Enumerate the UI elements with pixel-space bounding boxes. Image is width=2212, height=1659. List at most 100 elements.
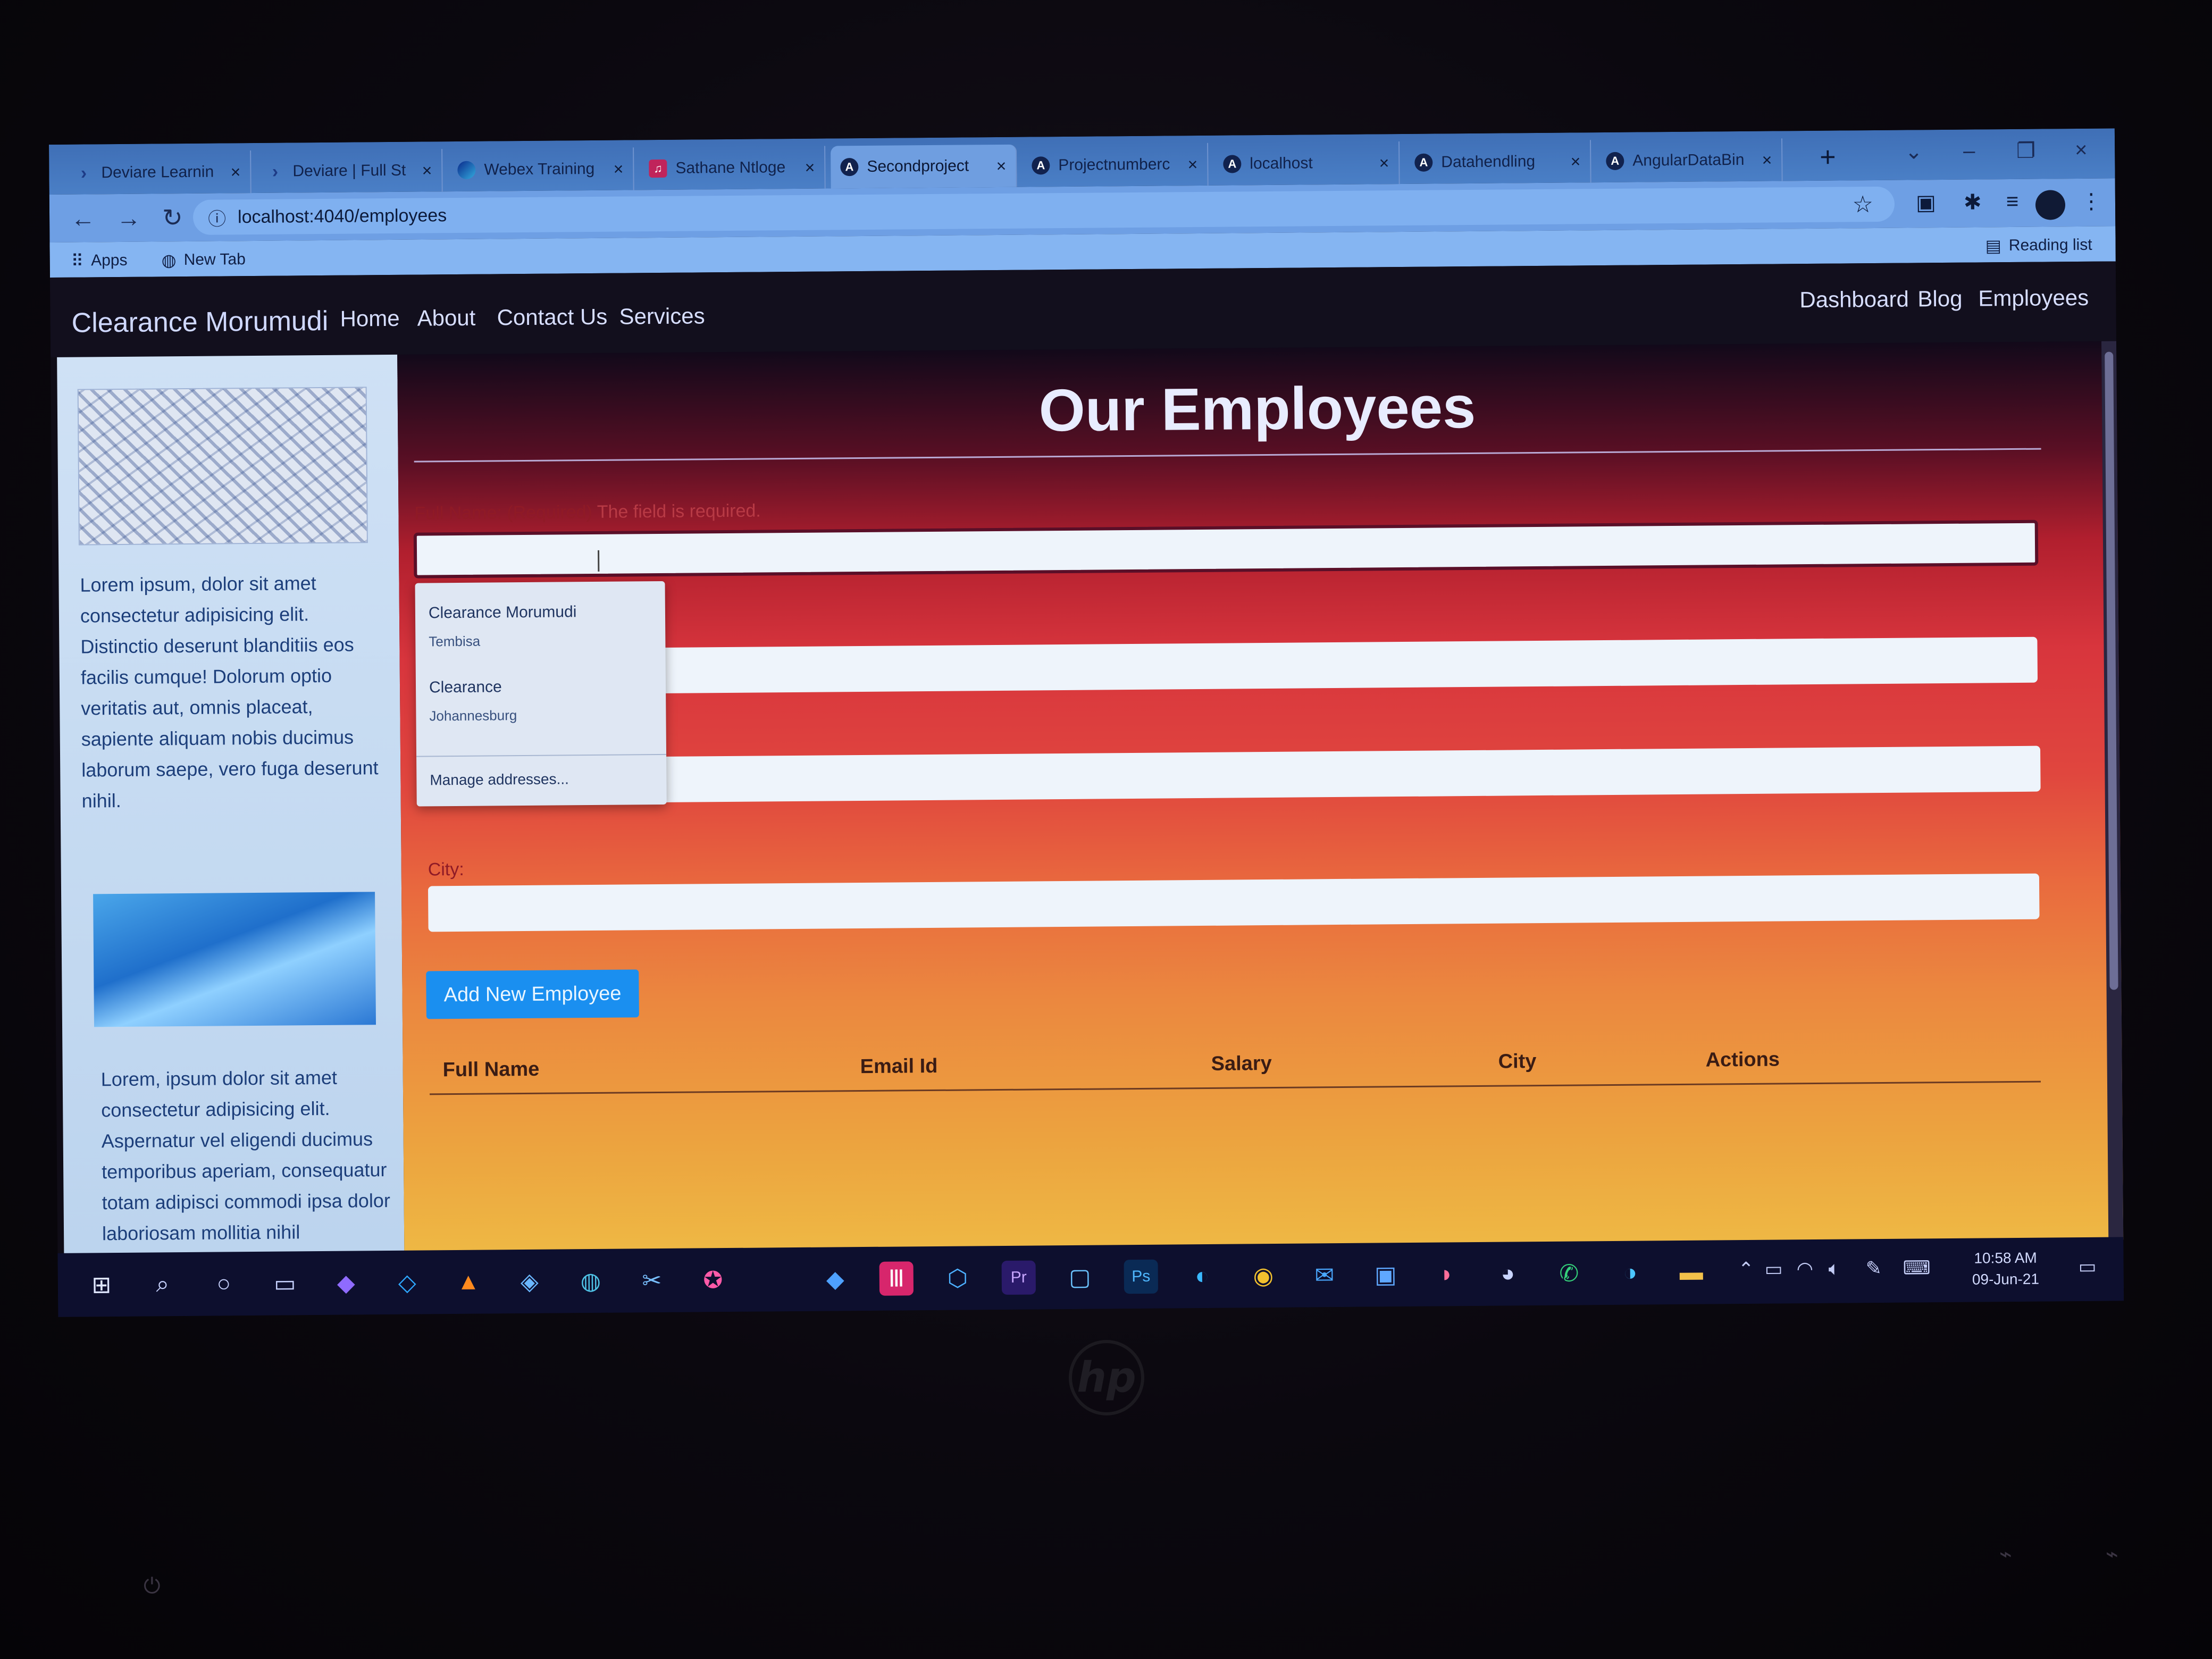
minimize-icon[interactable]: – — [1963, 139, 1975, 163]
tab-sathane-ntloge[interactable]: ♫ Sathane Ntloge × — [639, 146, 826, 190]
bookmark-new-tab[interactable]: ◍ New Tab — [162, 249, 246, 270]
tray-overflow-icon[interactable]: ⌃ — [1738, 1258, 1755, 1280]
close-icon[interactable]: × — [996, 156, 1007, 175]
address-bar[interactable]: ⓘ localhost:4040/employees ☆ — [192, 186, 1895, 235]
close-icon[interactable]: × — [1571, 152, 1581, 171]
nav-employees[interactable]: Employees — [1978, 285, 2089, 312]
forward-arrow-icon[interactable]: → — [116, 204, 141, 232]
keyboard-icon[interactable]: ⌨ — [1903, 1256, 1931, 1279]
tab-projectnumber[interactable]: A Projectnumberc × — [1022, 143, 1209, 187]
brand-link[interactable]: Clearance Morumudi — [71, 305, 328, 339]
notifications-icon[interactable]: ▭ — [2079, 1255, 2097, 1278]
file-explorer-icon[interactable]: ▬ — [1674, 1255, 1709, 1290]
angular-icon: A — [1414, 153, 1433, 172]
snipping-tool-icon[interactable]: ✂ — [635, 1263, 669, 1298]
vlc-icon[interactable]: ▲ — [451, 1265, 486, 1300]
cortana-icon[interactable]: ○ — [207, 1267, 241, 1301]
app-icon[interactable]: ◗ — [1430, 1257, 1464, 1292]
nav-home[interactable]: Home — [340, 306, 399, 332]
pen-icon[interactable]: ✎ — [1866, 1257, 1882, 1279]
globe-app-icon[interactable]: ◍ — [574, 1264, 608, 1298]
tab-datahendling[interactable]: A Datahendling × — [1405, 140, 1591, 184]
tab-webex-training[interactable]: Webex Training × — [448, 147, 634, 192]
wifi-icon[interactable]: ◠ — [1797, 1258, 1814, 1280]
close-icon[interactable]: × — [805, 157, 815, 177]
reading-list-button[interactable]: ▤ Reading list — [1985, 235, 2092, 256]
profile-avatar[interactable] — [2035, 190, 2066, 220]
bookmark-apps[interactable]: ⠿ Apps — [71, 250, 128, 271]
city-input[interactable] — [428, 873, 2040, 932]
more-menu-icon[interactable]: ⋮ — [2081, 189, 2102, 214]
globe-icon: ◍ — [161, 250, 177, 270]
autofill-option[interactable]: Clearance — [429, 678, 502, 697]
deviare-icon: › — [80, 162, 87, 183]
windows-start-icon[interactable]: ⊞ — [85, 1268, 119, 1302]
new-tab-plus-icon[interactable]: + — [1820, 141, 1836, 173]
app-icon[interactable]: ▢ — [1063, 1260, 1097, 1295]
tab-deviare-full-stack[interactable]: › Deviare | Full St × — [256, 149, 443, 193]
close-icon[interactable]: × — [1188, 155, 1198, 174]
site-info-icon[interactable]: ⓘ — [208, 204, 226, 230]
battery-icon[interactable]: ▭ — [1765, 1258, 1783, 1280]
angular-icon: A — [840, 158, 859, 177]
close-icon[interactable]: × — [231, 162, 241, 182]
tab-title: Datahendling — [1441, 153, 1536, 171]
chrome-icon[interactable]: ◉ — [1246, 1259, 1281, 1293]
premiere-icon[interactable]: Pr — [1001, 1260, 1036, 1295]
tab-secondproject[interactable]: A Secondproject × — [831, 144, 1017, 189]
task-view-icon[interactable]: ▭ — [268, 1266, 303, 1301]
text-cursor — [598, 550, 600, 572]
back-arrow-icon[interactable]: ← — [71, 204, 95, 232]
tab-localhost[interactable]: A localhost × — [1213, 141, 1400, 186]
close-icon[interactable]: × — [614, 159, 624, 179]
apps-grid-icon: ⠿ — [71, 251, 84, 271]
window-close-icon[interactable]: × — [2075, 138, 2088, 162]
tab-search-icon[interactable]: ⌄ — [1905, 139, 1923, 164]
nav-about[interactable]: About — [417, 305, 475, 331]
column-header-email-id: Email Id — [860, 1054, 938, 1078]
reading-queue-icon[interactable]: ≡ — [2006, 190, 2019, 214]
close-icon[interactable]: × — [1762, 150, 1772, 170]
keyboard-key-icon: ⌁ — [2106, 1542, 2119, 1566]
close-icon[interactable]: × — [422, 161, 432, 180]
visual-studio-icon[interactable]: ◆ — [329, 1266, 364, 1300]
edge-dev-icon[interactable]: ◑ — [1613, 1255, 1648, 1290]
autofill-option[interactable]: Clearance Morumudi — [429, 603, 577, 622]
mail-icon[interactable]: ✉ — [1308, 1258, 1342, 1293]
title-divider — [414, 448, 2041, 463]
reload-icon[interactable]: ↻ — [162, 203, 183, 232]
store-icon[interactable]: ▣ — [1369, 1258, 1403, 1292]
nav-blog[interactable]: Blog — [1917, 286, 1962, 312]
whatsapp-icon[interactable]: ✆ — [1552, 1256, 1587, 1291]
webex-icon — [457, 161, 476, 179]
manage-addresses-link[interactable]: Manage addresses... — [430, 770, 569, 789]
tab-deviare-learning[interactable]: › Deviare Learnin × — [65, 150, 252, 195]
taskbar-clock[interactable]: 10:58 AM 09-Jun-21 — [1972, 1247, 2039, 1291]
full-name-input[interactable] — [413, 520, 2039, 579]
tab-title: Webex Training — [484, 160, 595, 179]
nav-contact-us[interactable]: Contact Us — [497, 304, 607, 331]
add-new-employee-button[interactable]: Add New Employee — [426, 969, 639, 1019]
edge-icon[interactable]: ◐ — [1185, 1259, 1220, 1294]
nav-dashboard[interactable]: Dashboard — [1799, 287, 1909, 313]
pdf-extension-icon[interactable]: ▣ — [1916, 190, 1936, 215]
close-icon[interactable]: × — [1379, 153, 1389, 173]
music-app-icon[interactable]: Ⅲ — [879, 1261, 914, 1296]
validation-error: The field is required. — [597, 500, 761, 522]
tab-angulardatabinding[interactable]: A AngularDataBin × — [1596, 138, 1783, 183]
bookmark-star-icon[interactable]: ☆ — [1852, 191, 1873, 218]
search-icon[interactable]: ⌕ — [146, 1267, 180, 1302]
restore-icon[interactable]: ❐ — [2016, 139, 2035, 163]
app-icon[interactable]: ◕ — [1491, 1256, 1526, 1291]
extensions-puzzle-icon[interactable]: ✱ — [1964, 190, 1982, 214]
tab-title: Sathane Ntloge — [675, 158, 786, 177]
photoshop-icon[interactable]: Ps — [1124, 1259, 1159, 1294]
virtualbox-icon[interactable]: ⬡ — [941, 1261, 975, 1295]
nav-services[interactable]: Services — [619, 303, 705, 329]
bookmark-label: New Tab — [183, 250, 246, 269]
app-icon[interactable]: ◈ — [513, 1264, 547, 1299]
vscode-icon[interactable]: ◇ — [390, 1266, 425, 1300]
app-icon[interactable]: ◆ — [818, 1262, 853, 1296]
volume-icon[interactable]: 🔈︎ — [1829, 1258, 1840, 1280]
xampp-icon[interactable]: ✪ — [696, 1263, 731, 1297]
